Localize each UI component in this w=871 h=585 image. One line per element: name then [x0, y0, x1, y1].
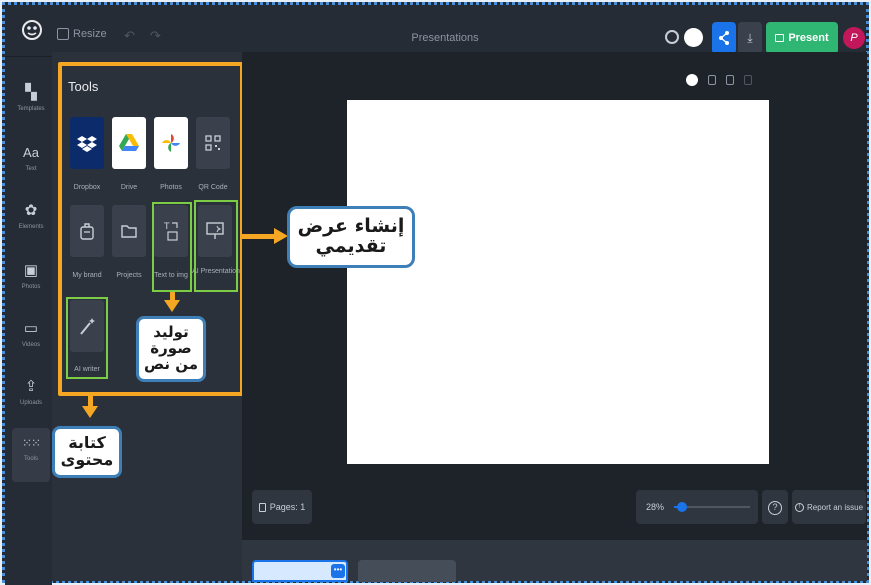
arrow-head: [82, 406, 98, 418]
pages-label: Pages: 1: [269, 502, 306, 512]
download-icon: ⤓: [747, 31, 753, 45]
resize-label: Resize: [73, 28, 107, 40]
tool-dropbox[interactable]: [70, 117, 104, 169]
folder-icon: [121, 225, 137, 238]
dropbox-icon: [77, 136, 97, 152]
callout-write-content: كتابة محتوى: [52, 426, 122, 478]
pages-icon: [258, 502, 266, 512]
panel-title: Tools: [68, 79, 99, 94]
callout-text: كتابة محتوى: [60, 433, 114, 469]
zoom-slider-handle[interactable]: [676, 502, 687, 512]
help-icon: ?: [768, 500, 782, 515]
tool-qr-code[interactable]: [196, 117, 230, 169]
trash-icon[interactable]: [744, 75, 752, 85]
tool-drive[interactable]: [112, 117, 146, 169]
rail-item-templates[interactable]: ▚ Templates: [7, 78, 55, 128]
slide-canvas[interactable]: [347, 100, 769, 464]
videos-icon: ▭: [23, 320, 39, 337]
share-button[interactable]: [712, 22, 736, 54]
rail-item-tools[interactable]: ⁙⁙ Tools: [12, 428, 50, 482]
copy-icon[interactable]: [708, 75, 716, 85]
document-title[interactable]: Presentations: [380, 32, 510, 44]
share-icon: [719, 31, 729, 45]
callout-create-presentation: إنشاء عرض تقديمي: [287, 206, 415, 268]
resize-button[interactable]: Resize: [57, 28, 107, 40]
report-label: Report an issue: [806, 502, 864, 512]
highlight-ai-presentation: [194, 200, 238, 292]
theme-palette-icon[interactable]: [665, 30, 679, 44]
callout-text-to-image: توليد صورة من نص: [136, 316, 206, 382]
tools-grid-icon: ⁙⁙: [21, 436, 41, 450]
zoom-control: 28%: [636, 490, 758, 524]
download-button[interactable]: ⤓: [738, 22, 762, 54]
background-color-swatch[interactable]: [686, 74, 698, 86]
rail-item-uploads[interactable]: ⇪ Uploads: [7, 372, 55, 422]
highlight-ai-writer: [66, 297, 108, 379]
tool-projects[interactable]: [112, 205, 146, 257]
info-icon: !: [794, 502, 804, 512]
google-drive-icon: [119, 134, 139, 151]
more-options-icon[interactable]: •••: [331, 564, 345, 578]
callout-text: توليد صورة من نص: [143, 323, 199, 373]
elements-icon: ✿: [24, 202, 38, 219]
rail-item-elements[interactable]: ✿ Elements: [7, 196, 55, 246]
highlight-text-to-img: [152, 202, 192, 292]
color-swatch[interactable]: [684, 28, 703, 47]
qr-code-icon: [205, 135, 221, 151]
report-issue-button[interactable]: ! Report an issue: [792, 490, 866, 524]
text-icon: Aa: [23, 145, 39, 160]
redo-icon[interactable]: ↷: [150, 28, 161, 44]
resize-icon: [57, 28, 69, 40]
rail-item-videos[interactable]: ▭ Videos: [7, 314, 55, 364]
tool-label: QR Code: [198, 184, 228, 191]
app-logo-icon[interactable]: [21, 19, 43, 41]
google-photos-icon: [162, 134, 180, 152]
zoom-slider[interactable]: [674, 502, 750, 512]
rail-item-photos[interactable]: ▣ Photos: [7, 256, 55, 306]
arrow-head: [164, 300, 180, 312]
present-label: Present: [788, 32, 829, 44]
templates-icon: ▚: [25, 84, 37, 101]
rail-item-text[interactable]: Aa Text: [7, 138, 55, 188]
canvas-toolbar: [686, 74, 752, 86]
brand-icon: [80, 223, 94, 240]
present-icon: [775, 34, 785, 42]
callout-text: إنشاء عرض تقديمي: [297, 215, 405, 257]
zoom-value: 28%: [646, 502, 665, 512]
arrow-head: [274, 228, 288, 244]
photos-icon: ▣: [23, 262, 39, 279]
tool-photos[interactable]: [154, 117, 188, 169]
arrow-to-presentation-callout: [240, 234, 276, 239]
help-button[interactable]: ?: [762, 490, 788, 524]
present-button[interactable]: Present: [766, 22, 838, 54]
avatar[interactable]: P: [843, 27, 865, 49]
tool-my-brand[interactable]: [70, 205, 104, 257]
undo-icon[interactable]: ↶: [124, 28, 135, 44]
duplicate-icon[interactable]: [726, 75, 734, 85]
uploads-icon: ⇪: [24, 378, 38, 395]
slide-thumbnail[interactable]: [358, 560, 456, 582]
pages-button[interactable]: Pages: 1: [252, 490, 312, 524]
